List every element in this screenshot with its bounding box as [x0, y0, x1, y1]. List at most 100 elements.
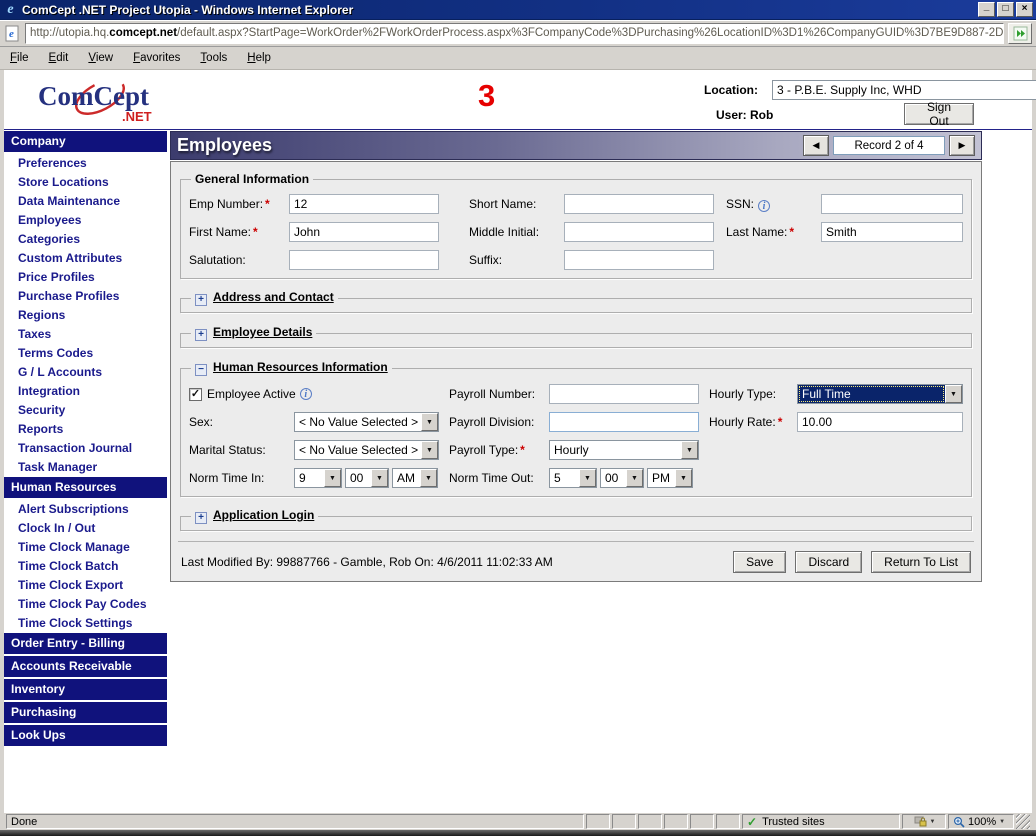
sidebar-section-company[interactable]: Company: [4, 131, 167, 154]
menu-view[interactable]: View: [88, 52, 113, 64]
chevron-down-icon[interactable]: ▼: [421, 413, 438, 431]
marital-status-select[interactable]: < No Value Selected > ▼: [294, 440, 439, 460]
menu-file[interactable]: File: [10, 52, 29, 64]
sidebar-item-price-profiles[interactable]: Price Profiles: [4, 268, 167, 287]
sidebar-item-time-clock-export[interactable]: Time Clock Export: [4, 576, 167, 595]
environment-number: 3: [478, 78, 495, 114]
sidebar-item-regions[interactable]: Regions: [4, 306, 167, 325]
expand-icon[interactable]: +: [195, 512, 207, 524]
norm-time-in-meridiem-select[interactable]: AM ▼: [392, 468, 438, 488]
chevron-down-icon[interactable]: ▼: [945, 385, 962, 403]
expand-icon[interactable]: +: [195, 294, 207, 306]
suffix-input[interactable]: [564, 250, 714, 270]
main-content: Employees ◀ Record 2 of 4 ▶ General Info…: [170, 131, 982, 582]
sidebar-section-look-ups[interactable]: Look Ups: [4, 725, 167, 748]
last-name-input[interactable]: [821, 222, 963, 242]
sidebar-item-employees[interactable]: Employees: [4, 211, 167, 230]
sidebar-section-purchasing[interactable]: Purchasing: [4, 702, 167, 725]
chevron-down-icon[interactable]: ▼: [371, 469, 388, 487]
return-to-list-button[interactable]: Return To List: [871, 551, 971, 573]
norm-time-out-hour-select[interactable]: 5 ▼: [549, 468, 597, 488]
employee-details-title[interactable]: Employee Details: [213, 325, 312, 339]
middle-initial-input[interactable]: [564, 222, 714, 242]
sidebar-item-security[interactable]: Security: [4, 401, 167, 420]
sidebar-item-time-clock-pay-codes[interactable]: Time Clock Pay Codes: [4, 595, 167, 614]
menu-favorites[interactable]: Favorites: [133, 52, 180, 64]
sidebar-item-alert-subscriptions[interactable]: Alert Subscriptions: [4, 500, 167, 519]
application-login-title[interactable]: Application Login: [213, 508, 314, 522]
hourly-rate-input[interactable]: [797, 412, 963, 432]
info-icon[interactable]: i: [300, 388, 312, 400]
payroll-number-input[interactable]: [549, 384, 699, 404]
sidebar-section-inventory[interactable]: Inventory: [4, 679, 167, 702]
sidebar-item-terms-codes[interactable]: Terms Codes: [4, 344, 167, 363]
discard-button[interactable]: Discard: [795, 551, 862, 573]
salutation-input[interactable]: [289, 250, 439, 270]
sidebar-item-time-clock-batch[interactable]: Time Clock Batch: [4, 557, 167, 576]
norm-time-out-minute-select[interactable]: 00 ▼: [600, 468, 644, 488]
previous-record-button[interactable]: ◀: [803, 135, 829, 156]
menu-tools[interactable]: Tools: [200, 52, 227, 64]
status-text: Done: [6, 814, 584, 829]
norm-time-in-minute-select[interactable]: 00 ▼: [345, 468, 389, 488]
chevron-down-icon[interactable]: ▼: [579, 469, 596, 487]
menu-edit[interactable]: Edit: [49, 52, 69, 64]
chevron-down-icon[interactable]: ▼: [420, 469, 437, 487]
sidebar-item-time-clock-settings[interactable]: Time Clock Settings: [4, 614, 167, 633]
address-contact-title[interactable]: Address and Contact: [213, 290, 334, 304]
save-button[interactable]: Save: [733, 551, 786, 573]
payroll-type-select[interactable]: Hourly ▼: [549, 440, 699, 460]
sidebar-item-reports[interactable]: Reports: [4, 420, 167, 439]
sidebar-item-transaction-journal[interactable]: Transaction Journal: [4, 439, 167, 458]
info-icon[interactable]: i: [758, 200, 770, 212]
chevron-down-icon[interactable]: ▼: [324, 469, 341, 487]
page-header: Employees ◀ Record 2 of 4 ▶: [170, 131, 982, 160]
sidebar-item-integration[interactable]: Integration: [4, 382, 167, 401]
sidebar-section-human-resources[interactable]: Human Resources: [4, 477, 167, 500]
short-name-input[interactable]: [564, 194, 714, 214]
minimize-button[interactable]: _: [978, 2, 995, 17]
record-indicator: Record 2 of 4: [833, 136, 945, 155]
sidebar-item-task-manager[interactable]: Task Manager: [4, 458, 167, 477]
sidebar-item-clock-in-out[interactable]: Clock In / Out: [4, 519, 167, 538]
sex-select[interactable]: < No Value Selected > ▼: [294, 412, 439, 432]
chevron-down-icon[interactable]: ▼: [626, 469, 643, 487]
sidebar-item-categories[interactable]: Categories: [4, 230, 167, 249]
sidebar-item-purchase-profiles[interactable]: Purchase Profiles: [4, 287, 167, 306]
sidebar-item-custom-attributes[interactable]: Custom Attributes: [4, 249, 167, 268]
norm-time-out-meridiem-select[interactable]: PM ▼: [647, 468, 693, 488]
address-input[interactable]: http://utopia.hq.comcept.net/default.asp…: [25, 23, 1004, 44]
sidebar-item-taxes[interactable]: Taxes: [4, 325, 167, 344]
sidebar-section-order-entry-billing[interactable]: Order Entry - Billing: [4, 633, 167, 656]
menu-help[interactable]: Help: [247, 52, 271, 64]
chevron-down-icon[interactable]: ▼: [675, 469, 692, 487]
close-button[interactable]: ×: [1016, 2, 1033, 17]
collapse-icon[interactable]: −: [195, 364, 207, 376]
sign-out-button[interactable]: Sign Out: [904, 103, 974, 125]
chevron-down-icon[interactable]: ▼: [421, 441, 438, 459]
next-record-button[interactable]: ▶: [949, 135, 975, 156]
first-name-input[interactable]: [289, 222, 439, 242]
sidebar-item-gl-accounts[interactable]: G / L Accounts: [4, 363, 167, 382]
sidebar-item-time-clock-manage[interactable]: Time Clock Manage: [4, 538, 167, 557]
hourly-type-select[interactable]: Full Time ▼: [797, 384, 963, 404]
resize-grip[interactable]: [1016, 814, 1030, 829]
sidebar-item-preferences[interactable]: Preferences: [4, 154, 167, 173]
expand-icon[interactable]: +: [195, 329, 207, 341]
sidebar-item-store-locations[interactable]: Store Locations: [4, 173, 167, 192]
go-button[interactable]: [1008, 23, 1032, 44]
location-select[interactable]: 3 - P.B.E. Supply Inc, WHD ▼: [772, 80, 1036, 100]
payroll-division-input[interactable]: [549, 412, 699, 432]
maximize-button[interactable]: □: [997, 2, 1014, 17]
protected-mode-control[interactable]: ▼: [902, 814, 946, 829]
employee-active-checkbox[interactable]: ✓: [189, 388, 202, 401]
emp-number-input[interactable]: [289, 194, 439, 214]
human-resources-title[interactable]: Human Resources Information: [213, 360, 388, 374]
chevron-down-icon[interactable]: ▼: [681, 441, 698, 459]
ssn-input[interactable]: [821, 194, 963, 214]
norm-time-in-hour-select[interactable]: 9 ▼: [294, 468, 342, 488]
zoom-control[interactable]: 100% ▼: [948, 814, 1014, 829]
sidebar-section-accounts-receivable[interactable]: Accounts Receivable: [4, 656, 167, 679]
norm-time-in-group: 9 ▼ 00 ▼ AM ▼: [294, 468, 439, 488]
sidebar-item-data-maintenance[interactable]: Data Maintenance: [4, 192, 167, 211]
